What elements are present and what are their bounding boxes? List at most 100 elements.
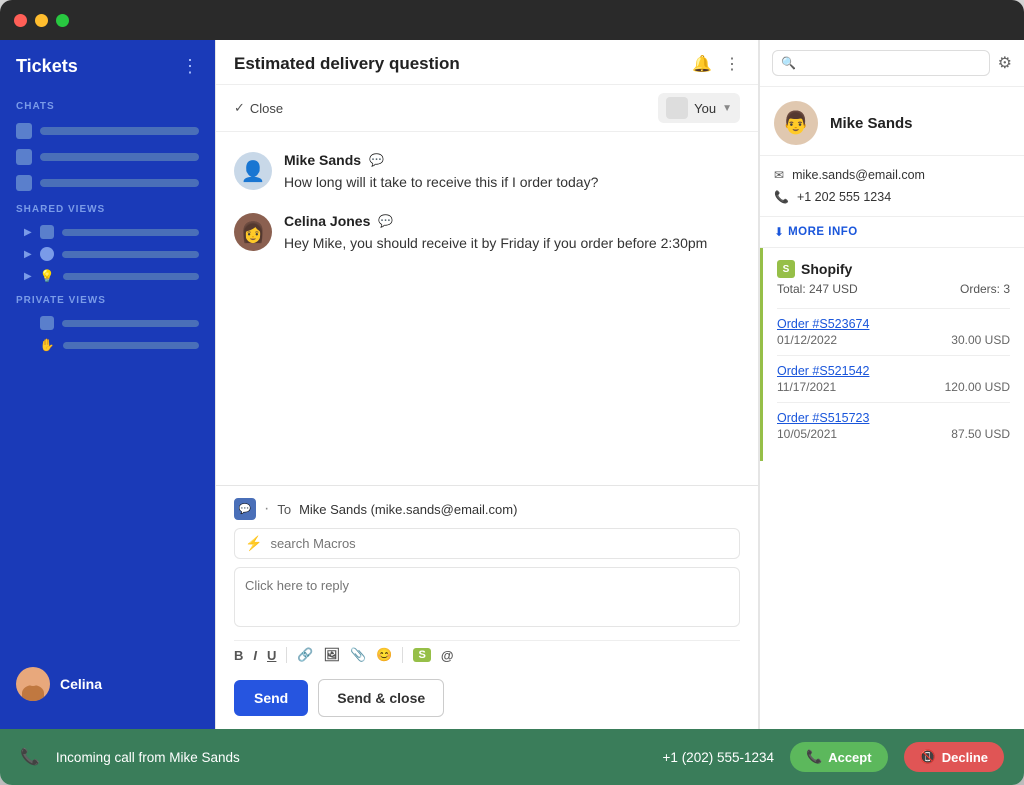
order-item-3: Order #S515723 10/05/2021 87.50 USD [777,402,1010,449]
chat-icon-3 [16,175,32,191]
reply-toolbar: B I U 🔗 🖼 📎 😊 S @ [234,640,740,669]
phone-icon: 📞 [774,190,789,204]
assignee-dropdown-icon: ▼ [722,103,732,114]
search-box[interactable]: 🔍 [772,50,990,76]
sidebar-item-shared-3[interactable]: ▶ 💡 [0,265,215,287]
search-input[interactable] [802,56,981,70]
more-info-button[interactable]: ⬇ MORE INFO [760,217,1024,248]
mike-sender-name: Mike Sands [284,152,361,168]
sidebar-item-shared-2[interactable]: ▶ [0,243,215,265]
messages-area: 👤 Mike Sands 💬 How long will it take to … [216,132,758,485]
link-button[interactable]: 🔗 [297,647,313,663]
sidebar-item-chat-1[interactable] [0,118,215,144]
sidebar-item-private-1[interactable]: ▶ [0,312,215,334]
more-info-label: MORE INFO [788,226,858,238]
mention-button[interactable]: @ [441,648,454,663]
more-options-icon[interactable]: ⋮ [724,54,740,74]
order-date-1: 01/12/2022 [777,333,837,347]
sidebar-item-private-2[interactable]: ▶ ✋ [0,334,215,356]
incoming-call-icon: 📞 [20,747,40,767]
arrow-icon-3: ▶ [24,271,32,282]
decline-phone-icon: 📵 [920,749,936,765]
order-amount-3: 87.50 USD [951,427,1010,441]
shopify-toolbar-icon[interactable]: S [413,648,430,662]
reply-to-value: Mike Sands (mike.sands@email.com) [299,502,517,517]
order-date-2: 11/17/2021 [777,380,836,394]
assignee-badge[interactable]: You ▼ [658,93,740,123]
order-item-2: Order #S521542 11/17/2021 120.00 USD [777,355,1010,402]
chat-bar-3 [40,179,199,187]
decline-call-button[interactable]: 📵 Decline [904,742,1004,772]
order-link-3[interactable]: Order #S515723 [777,411,1010,425]
order-link-2[interactable]: Order #S521542 [777,364,1010,378]
order-meta-3: 10/05/2021 87.50 USD [777,427,1010,441]
shopify-icon: S [777,260,795,278]
contact-email-row: ✉ mike.sands@email.com [774,164,1010,186]
contact-email: mike.sands@email.com [792,168,925,182]
call-text: Incoming call from Mike Sands [56,750,647,765]
mike-message-text: How long will it take to receive this if… [284,172,740,193]
mike-avatar: 👤 [234,152,272,190]
sidebar-menu-icon[interactable]: ⋮ [181,56,199,77]
accept-call-button[interactable]: 📞 Accept [790,742,888,772]
user-avatar [16,667,50,701]
user-name: Celina [60,676,102,692]
shared-bar-3 [63,273,199,280]
reply-dot: · [264,500,269,518]
send-button[interactable]: Send [234,680,308,716]
celina-sender-name: Celina Jones [284,213,370,229]
ticket-header-actions: 🔔 ⋮ [692,54,740,74]
order-date-3: 10/05/2021 [777,427,837,441]
message-1: 👤 Mike Sands 💬 How long will it take to … [234,152,740,193]
accept-phone-icon: 📞 [806,749,822,765]
send-close-button[interactable]: Send & close [318,679,444,717]
celina-avatar: 👩 [234,213,272,251]
order-meta-1: 01/12/2022 30.00 USD [777,333,1010,347]
sidebar: Tickets ⋮ CHATS SHARED VIEWS ▶ [0,40,215,729]
macro-search-input[interactable] [270,536,729,551]
mike-message-header: Mike Sands 💬 [284,152,740,168]
underline-button[interactable]: U [267,648,276,663]
attach-button[interactable]: 📎 [350,647,366,663]
chat-bar-2 [40,153,199,161]
emoji-button[interactable]: 😊 [376,647,392,663]
contact-phone-row: 📞 +1 202 555 1234 [774,186,1010,208]
private-bar-1 [62,320,199,327]
contact-card: 👨 Mike Sands [760,87,1024,156]
order-amount-1: 30.00 USD [951,333,1010,347]
chat-icon-2 [16,149,32,165]
celina-face: 👩 [234,213,272,251]
email-icon: ✉ [774,168,784,182]
reply-actions: Send Send & close [234,679,740,717]
arrow-icon-2: ▶ [24,249,32,260]
sidebar-item-shared-1[interactable]: ▶ [0,221,215,243]
celina-message-header: Celina Jones 💬 [284,213,740,229]
italic-button[interactable]: I [253,648,257,663]
order-link-1[interactable]: Order #S523674 [777,317,1010,331]
sidebar-item-chat-2[interactable] [0,144,215,170]
minimize-window-button[interactable] [35,14,48,27]
sidebar-item-chat-3[interactable] [0,170,215,196]
celina-message-text: Hey Mike, you should receive it by Frida… [284,233,740,254]
bold-button[interactable]: B [234,648,243,663]
close-window-button[interactable] [14,14,27,27]
contact-name: Mike Sands [830,115,913,132]
macro-search-line[interactable]: ⚡ [234,528,740,559]
sidebar-title: Tickets [16,56,78,77]
reply-textarea[interactable] [234,567,740,627]
settings-icon[interactable]: ⚙ [998,53,1012,73]
shared-bar-1 [62,229,199,236]
right-search-bar: 🔍 ⚙ [760,40,1024,87]
maximize-window-button[interactable] [56,14,69,27]
reply-mode-icon: 💬 [234,498,256,520]
contact-phone: +1 202 555 1234 [797,190,891,204]
assignee-name: You [694,101,716,116]
ticket-subheader: ✓ Close You ▼ [216,85,758,132]
close-ticket-button[interactable]: ✓ Close [234,100,283,116]
image-button[interactable]: 🖼 [324,647,341,663]
sidebar-header: Tickets ⋮ [0,56,215,93]
close-label: Close [250,101,283,116]
shared-bar-2 [62,251,199,258]
alarm-icon[interactable]: 🔔 [692,54,712,74]
message-type-icon-2: 💬 [378,214,393,228]
